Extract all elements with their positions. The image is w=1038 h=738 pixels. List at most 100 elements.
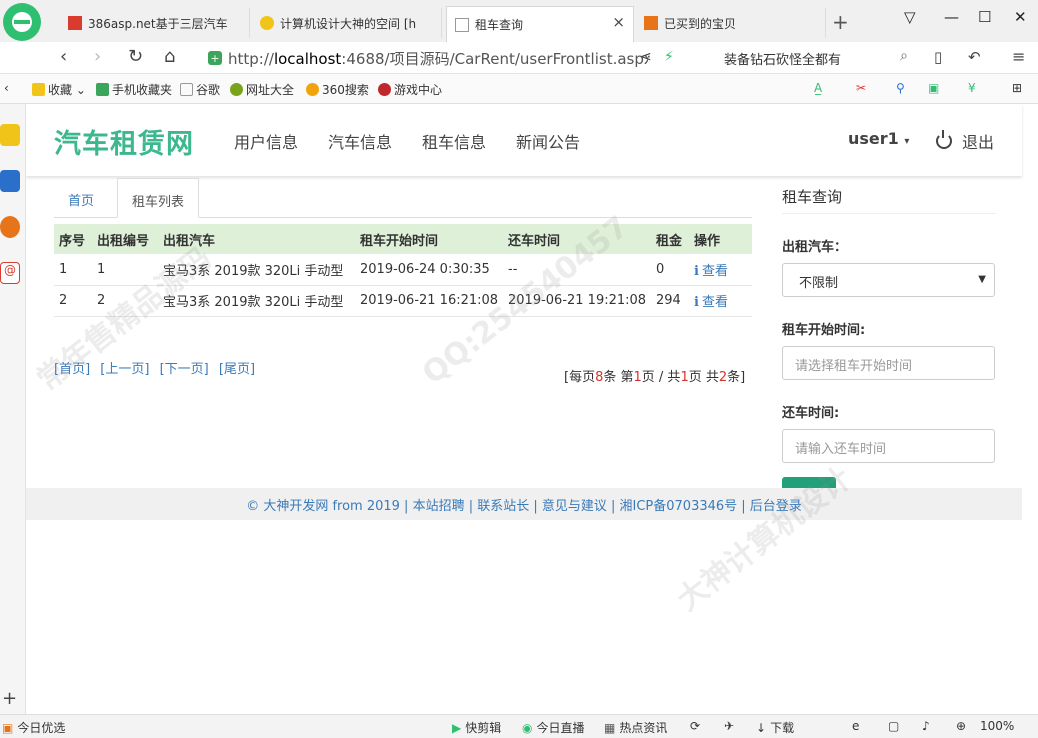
browser-sidebar: @ + [0, 104, 26, 716]
favorites-item[interactable]: 手机收藏夹 [96, 81, 172, 98]
user-menu[interactable]: user1 ▾ [848, 129, 909, 148]
view-link[interactable]: i 查看 [694, 295, 728, 310]
pager-next[interactable]: [下一页] [160, 362, 209, 377]
favorites-item[interactable]: 网址大全 [230, 81, 294, 98]
live-icon: ◉ [522, 720, 533, 735]
view-link[interactable]: i 查看 [694, 264, 728, 279]
reload-icon[interactable]: ↻ [128, 46, 143, 67]
star-sidebar-icon[interactable] [0, 124, 20, 146]
info-icon: i [694, 295, 699, 310]
notes-sidebar-icon[interactable] [0, 170, 20, 192]
zoom-icon[interactable]: ⊕ [956, 719, 966, 733]
tab-home[interactable]: 首页 [54, 178, 108, 218]
table-header-row: 序号 出租编号 出租汽车 租车开始时间 还车时间 租金 操作 [54, 224, 752, 254]
table-row: 2 2 宝马3系 2019款 320Li 手动型 2019-06-21 16:2… [54, 285, 752, 317]
rental-table: 序号 出租编号 出租汽车 租车开始时间 还车时间 租金 操作 1 1 宝马3系 … [54, 224, 752, 317]
search-icon[interactable]: ⌕ [900, 48, 908, 64]
search-panel: 租车查询 出租汽车： 不限制 ▼ 租车开始时间: 请选择租车开始时间 还车时间:… [782, 176, 996, 511]
sound-icon[interactable]: ♪ [922, 719, 930, 733]
car-select[interactable]: 不限制 ▼ [782, 263, 995, 297]
new-tab-icon[interactable]: + [832, 10, 849, 34]
column-header: 租车开始时间 [355, 224, 503, 254]
browser-tab-active[interactable]: 租车查询 × [446, 6, 634, 42]
secure-shield-icon: + [208, 51, 222, 65]
site-header: 汽车租赁网 用户信息 汽车信息 租车信息 新闻公告 user1 ▾ 退出 [26, 104, 1022, 176]
logout-button[interactable]: 退出 [936, 129, 994, 153]
web-page: 汽车租赁网 用户信息 汽车信息 租车信息 新闻公告 user1 ▾ 退出 首页 … [26, 104, 1038, 714]
browser-tab-bar: 386asp.net基于三层汽车 计算机设计大神的空间 [h 租车查询 × 已买… [0, 0, 1038, 42]
url-host: localhost [273, 49, 342, 68]
share-icon[interactable]: ⋖ [640, 49, 652, 65]
lightning-icon[interactable]: ⚡ [664, 49, 674, 65]
pager-last[interactable]: [尾页] [219, 362, 255, 377]
status-item[interactable]: ◉ 今日直播 [522, 719, 585, 736]
undo-icon[interactable]: ↶ [968, 48, 981, 66]
start-time-input[interactable]: 请选择租车开始时间 [782, 346, 995, 380]
pin-icon[interactable]: ✈ [724, 719, 734, 733]
nav-car-info[interactable]: 汽车信息 [328, 129, 392, 153]
column-header: 租金 [651, 224, 689, 254]
maximize-icon[interactable]: ☐ [978, 8, 991, 26]
favorites-item[interactable]: 360搜索 [306, 81, 369, 98]
status-item[interactable]: ▦ 热点资讯 [604, 719, 667, 736]
browser-logo-icon [3, 3, 41, 41]
home-icon[interactable]: ⌂ [164, 46, 175, 67]
nav-rental-info[interactable]: 租车信息 [422, 129, 486, 153]
power-icon [936, 130, 952, 149]
site-footer[interactable]: © 大神开发网 from 2019 | 本站招聘 | 联系站长 | 意见与建议 … [26, 488, 1022, 520]
table-row: 1 1 宝马3系 2019款 320Li 手动型 2019-06-24 0:30… [54, 254, 752, 286]
apps-icon[interactable]: ⊞ [1012, 81, 1022, 95]
sidebar-toggle-icon[interactable]: ‹ [4, 81, 9, 95]
close-window-icon[interactable]: ✕ [1014, 8, 1027, 26]
panel-title: 租车查询 [782, 176, 996, 214]
cell-rent: 0 [651, 254, 689, 286]
nav-user-info[interactable]: 用户信息 [234, 129, 298, 153]
favorites-menu[interactable]: 收藏 ⌄ [32, 81, 86, 98]
search-input[interactable]: 装备钻石砍怪全都有 ⌕ [714, 45, 914, 71]
weibo-sidebar-icon[interactable] [0, 216, 20, 238]
return-time-label: 还车时间: [782, 406, 840, 421]
scissors-icon[interactable]: ✂ [856, 81, 866, 95]
close-tab-icon[interactable]: × [612, 13, 625, 31]
browser-tab[interactable]: 386asp.net基于三层汽车 [60, 8, 250, 38]
site-brand[interactable]: 汽车租赁网 [54, 122, 194, 161]
favorites-item[interactable]: 谷歌 [180, 81, 220, 98]
tab-rental-list[interactable]: 租车列表 [117, 178, 200, 218]
pager-first[interactable]: [首页] [54, 362, 90, 377]
add-sidebar-icon[interactable]: + [2, 688, 17, 709]
today-picks[interactable]: ▣ 今日优选 [2, 719, 65, 736]
mail-sidebar-icon[interactable]: @ [0, 262, 20, 284]
globe-icon [230, 83, 243, 96]
status-item[interactable]: ↓ 下载 [756, 719, 794, 736]
cell-start-time: 2019-06-24 0:30:35 [355, 254, 503, 286]
browser-tab[interactable]: 已买到的宝贝 [636, 8, 826, 38]
zoom-level[interactable]: 100% [980, 719, 1014, 733]
refresh-icon[interactable]: ⟳ [690, 719, 700, 733]
status-item[interactable]: ▶ 快剪辑 [452, 719, 501, 736]
mobile-icon[interactable]: ▯ [934, 48, 942, 66]
gamepad-icon[interactable]: ▣ [928, 81, 939, 95]
column-header: 出租汽车 [158, 224, 355, 254]
return-time-input[interactable]: 请输入还车时间 [782, 429, 995, 463]
cell-index: 1 [54, 254, 92, 286]
browser-status-bar: ▣ 今日优选 ▶ 快剪辑 ◉ 今日直播 ▦ 热点资讯 ⟳ ✈ ↓ 下载 e ▢ ♪ ⊕ 1… [0, 714, 1038, 738]
ie-icon[interactable]: e [852, 719, 859, 733]
favorites-item[interactable]: 游戏中心 [378, 81, 442, 98]
clip-icon: ▶ [452, 720, 462, 735]
nav-news[interactable]: 新闻公告 [516, 129, 580, 153]
pager-prev[interactable]: [上一页] [100, 362, 149, 377]
content-tabs: 首页 租车列表 [54, 178, 752, 218]
translate-icon[interactable]: A̲ [814, 81, 822, 95]
wallet-icon[interactable]: ¥ [968, 81, 976, 95]
magnifier-icon[interactable]: ⚲ [896, 81, 905, 95]
favorites-bar: ‹ 收藏 ⌄ 手机收藏夹 谷歌 网址大全 360搜索 游戏中心 A̲ ✂ ⚲ ▣… [0, 74, 1038, 104]
back-icon[interactable]: ‹ [60, 46, 67, 67]
column-header: 序号 [54, 224, 92, 254]
browser-tab[interactable]: 计算机设计大神的空间 [h [252, 8, 442, 38]
forward-icon[interactable]: › [94, 46, 101, 67]
menu-icon[interactable]: ≡ [1012, 47, 1025, 66]
url-field[interactable]: + http://localhost:4688/项目源码/CarRent/use… [208, 45, 664, 71]
minimize-icon[interactable]: — [944, 8, 959, 26]
window-icon[interactable]: ▢ [888, 719, 899, 733]
skin-icon[interactable]: ▽ [904, 8, 916, 26]
